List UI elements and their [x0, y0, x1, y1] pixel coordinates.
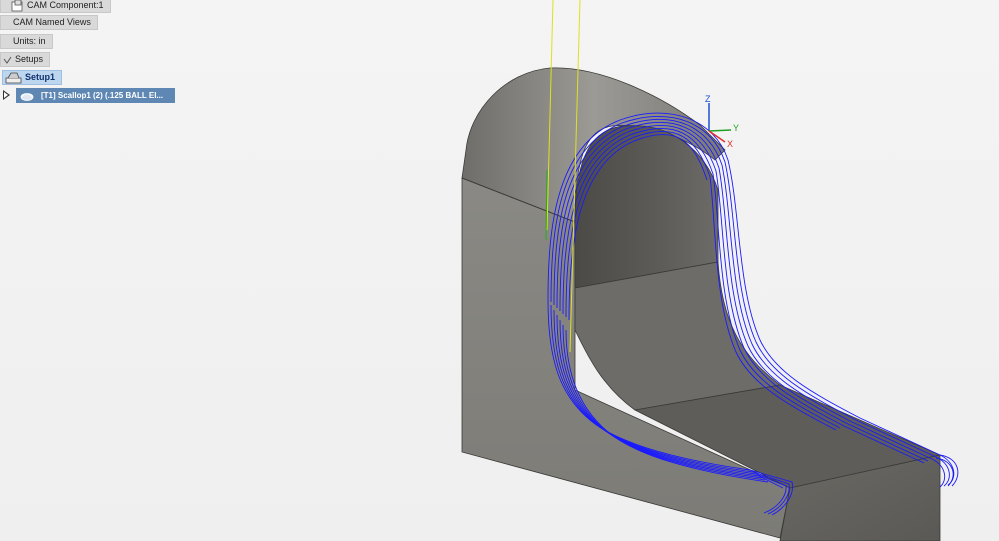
folder-icon	[3, 54, 13, 66]
expand-arrow-icon[interactable]	[3, 90, 10, 100]
setup-icon	[5, 72, 23, 84]
browser-item-label: Setup1	[25, 72, 56, 82]
browser-item-units[interactable]: Units: in	[0, 34, 53, 49]
browser-item-cam-component[interactable]: CAM Component:1	[0, 0, 111, 13]
axis-x-label: X	[727, 139, 733, 149]
browser-item-label: Units: in	[0, 34, 53, 49]
browser-item-label: CAM Named Views	[0, 15, 98, 30]
axis-z-label: Z	[705, 94, 711, 104]
browser-item-label: CAM Component:1	[27, 0, 104, 10]
operation-label: [T1] Scallop1 (2) (.125 BALL El...	[41, 91, 164, 100]
axis-y-label: Y	[733, 123, 739, 133]
browser-item-setup1[interactable]: Setup1	[2, 70, 63, 85]
cam-browser: CAM Component:1 CAM Named Views Units: i…	[0, 0, 200, 110]
scallop-tool-icon	[19, 90, 35, 102]
browser-item-label: Setups	[15, 54, 44, 64]
browser-item-setups[interactable]: Setups	[0, 52, 51, 67]
browser-item-cam-named-views[interactable]: CAM Named Views	[0, 15, 98, 30]
component-icon	[11, 0, 25, 12]
operation-scallop1[interactable]: [T1] Scallop1 (2) (.125 BALL El...	[16, 88, 175, 103]
